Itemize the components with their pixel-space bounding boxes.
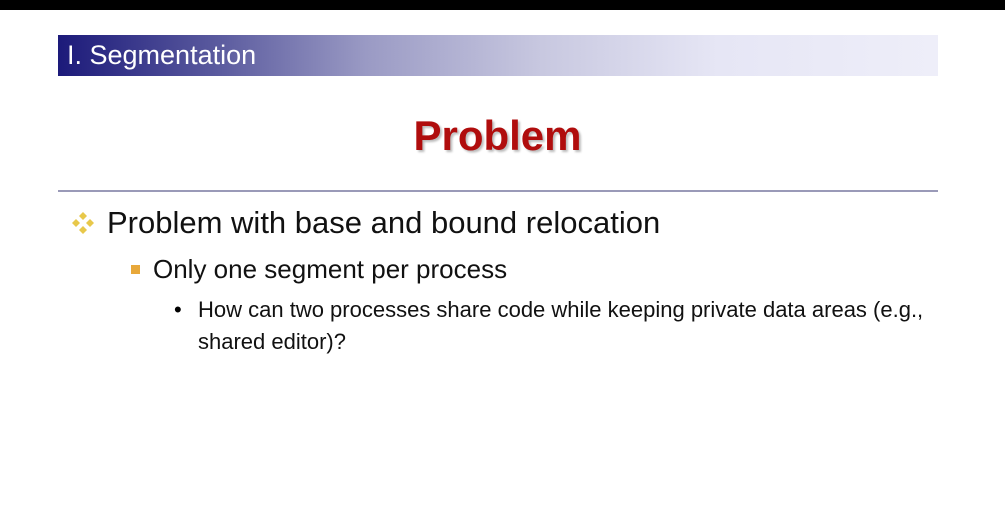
bullet-level2: Only one segment per process <box>153 254 508 284</box>
top-black-bar <box>0 0 1005 10</box>
section-title: I. Segmentation <box>67 40 257 70</box>
section-header-bar: I. Segmentation <box>58 35 938 76</box>
diamond-bullet-icon <box>72 212 94 234</box>
dot-bullet-icon: • <box>174 297 182 322</box>
bullet-level3: How can two processes share code while k… <box>198 297 924 354</box>
slide-title: Problem <box>413 112 582 159</box>
bullet-level1: Problem with base and bound relocation <box>107 205 661 240</box>
title-divider <box>58 190 938 192</box>
square-bullet-icon <box>131 265 140 274</box>
